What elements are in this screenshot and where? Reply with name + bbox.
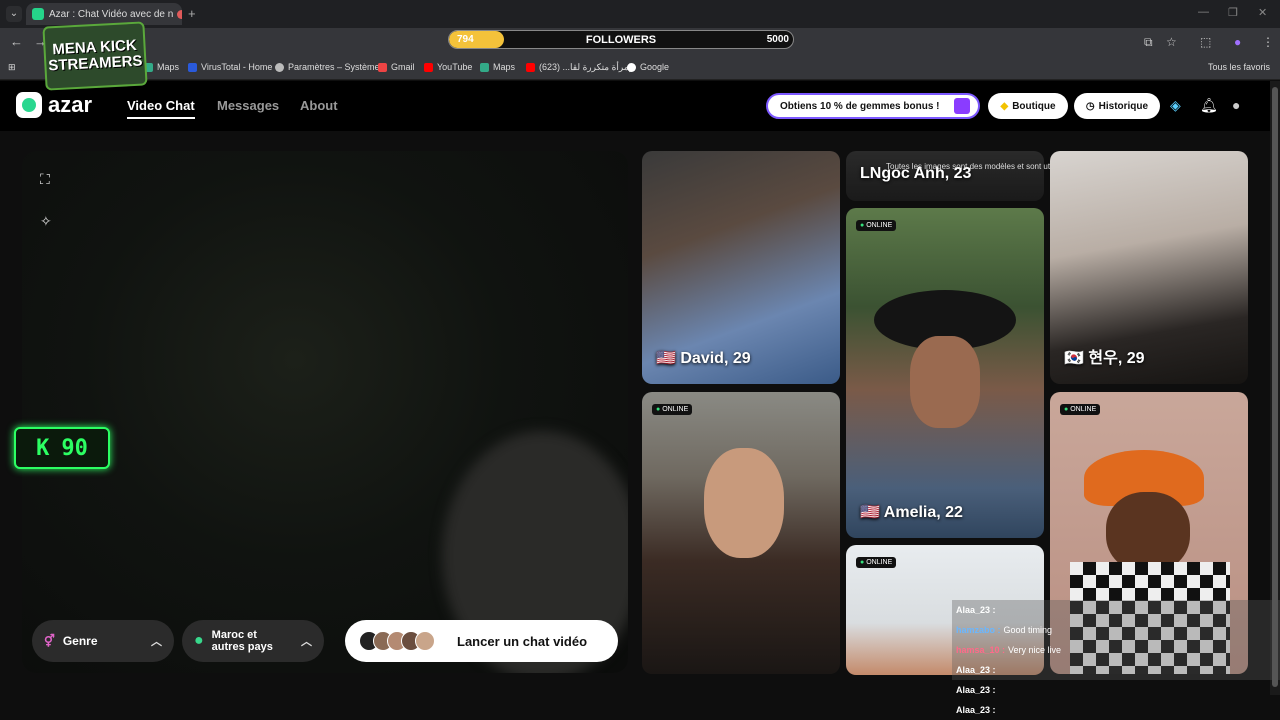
profile-card-ngoc[interactable]: LNgoc Anh, 23 <box>846 151 1044 201</box>
nav-messages[interactable]: Messages <box>217 98 279 113</box>
azar-favicon <box>32 8 44 20</box>
region-filter-button[interactable]: ● Maroc et autres pays ︿ <box>182 620 324 662</box>
start-video-chat-button[interactable]: Lancer un chat vidéo <box>345 620 618 662</box>
browser-tab-bar: ⌄ Azar : Chat Vidéo avec de n ✕ + — ❐ ✕ <box>0 0 1280 28</box>
online-badge: ONLINE <box>1060 404 1101 415</box>
apps-icon[interactable]: ⊞ <box>8 62 16 73</box>
avatar[interactable]: ● <box>1232 97 1240 113</box>
video-preview: ⛶ ✧ <box>22 151 628 673</box>
bookmark-maps-2[interactable]: Maps <box>480 62 515 72</box>
bookmark-maps[interactable]: Maps <box>144 62 179 72</box>
nav-about[interactable]: About <box>300 98 338 113</box>
globe-icon: ● <box>194 632 204 649</box>
profile-card-david[interactable]: 🇺🇸 David, 29 <box>642 151 840 384</box>
bookmark-google[interactable]: Google <box>627 62 669 72</box>
chevron-up-icon: ︿ <box>301 636 312 648</box>
clock-icon: ◷ <box>1085 100 1095 112</box>
bell-icon[interactable]: 🔔︎ <box>1200 97 1218 114</box>
bookmarks-bar: ⊞ Maps VirusTotal - Home Paramètres – Sy… <box>0 56 1280 80</box>
history-button[interactable]: ◷ Historique <box>1074 93 1160 119</box>
profile-name: 🇺🇸 Amelia, 22 <box>860 504 963 521</box>
followers-goal: 5000 <box>766 34 789 45</box>
recording-icon <box>177 9 182 19</box>
chat-message: Alaa_23 : <box>952 660 1280 680</box>
azar-header: azar Video Chat Messages About Obtiens 1… <box>0 81 1280 131</box>
minimize-icon[interactable]: — <box>1198 6 1209 18</box>
shop-button[interactable]: ◆ Boutique <box>988 93 1068 119</box>
bookmark-settings[interactable]: Paramètres – Système <box>275 62 380 72</box>
bookmark-youtube[interactable]: YouTube <box>424 62 472 72</box>
followers-label: FOLLOWERS <box>585 34 657 46</box>
gem-icon: ◆ <box>1000 100 1009 112</box>
tab-title: Azar : Chat Vidéo avec de n <box>49 8 174 20</box>
bookmark-star-icon[interactable]: ☆ <box>1166 35 1177 49</box>
chat-message: Alaa_23 : <box>952 600 1280 620</box>
avatar-stack <box>353 631 435 651</box>
chat-message: Alaa_23 : <box>956 685 996 695</box>
chat-message: hamzabo : Good timing <box>952 620 1280 640</box>
online-badge: ONLINE <box>856 220 897 231</box>
bookmark-youtube-video[interactable]: إمرأة متكررة لقا... (623) <box>526 62 631 73</box>
gem-balance-icon[interactable]: ◈ <box>1170 97 1181 114</box>
back-icon[interactable]: ← <box>10 34 23 49</box>
avatar <box>415 631 435 651</box>
online-badge: ONLINE <box>856 557 897 568</box>
restore-icon[interactable]: ❐ <box>1228 6 1238 19</box>
extensions-icon[interactable]: ⬚ <box>1200 35 1211 49</box>
nav-video-chat[interactable]: Video Chat <box>127 98 195 119</box>
browser-tab[interactable]: Azar : Chat Vidéo avec de n ✕ <box>26 3 182 25</box>
azar-logo-icon <box>16 92 42 118</box>
profile-card-hyunwoo[interactable]: 🇰🇷 현우, 29 <box>1050 151 1248 384</box>
magic-wand-icon[interactable]: ✧ <box>40 213 52 230</box>
chat-message: hamsa_10 : Very nice live <box>952 640 1280 660</box>
all-favorites[interactable]: Tous les favoris <box>1208 62 1270 72</box>
bookmark-gmail[interactable]: Gmail <box>378 62 415 72</box>
stream-chat-overlay: Alaa_23 : hamzabo : Good timing hamsa_10 … <box>952 600 1280 720</box>
gender-filter-button[interactable]: ⚥ Genre ︿ <box>32 620 174 662</box>
menu-icon[interactable]: ⋮ <box>1262 35 1274 49</box>
online-badge: ONLINE <box>652 404 693 415</box>
face-shape <box>910 336 980 428</box>
profile-name: 🇺🇸 David, 29 <box>656 350 751 367</box>
bookmark-virustotal[interactable]: VirusTotal - Home <box>188 62 272 72</box>
fullscreen-icon[interactable]: ⛶ <box>40 171 50 188</box>
new-tab-button[interactable]: + <box>188 6 196 21</box>
kick-viewer-counter: K 90 <box>14 427 110 469</box>
profile-card-woman[interactable]: ONLINE <box>642 392 840 674</box>
streamer-logo: MENA KICK STREAMERS <box>42 21 148 91</box>
kick-icon: K <box>36 435 50 461</box>
profile-icon[interactable]: ● <box>1234 35 1241 49</box>
followers-goal-bar: 794 FOLLOWERS 5000 <box>448 30 794 49</box>
profile-name: 🇰🇷 현우, 29 <box>1064 350 1145 367</box>
gems-promo-button[interactable]: Obtiens 10 % de gemmes bonus ! <box>766 93 980 119</box>
face-shape <box>1106 492 1190 572</box>
chevron-up-icon: ︿ <box>151 636 162 648</box>
tab-search-button[interactable]: ⌄ <box>6 6 22 22</box>
chat-message: Alaa_23 : <box>956 705 996 715</box>
profile-card-amelia[interactable]: ONLINE 🇺🇸 Amelia, 22 <box>846 208 1044 538</box>
gender-icon: ⚥ <box>44 634 55 648</box>
face-shape <box>704 448 784 558</box>
azar-logo[interactable]: azar <box>16 92 92 118</box>
close-window-icon[interactable]: ✕ <box>1258 6 1267 19</box>
gift-icon <box>954 98 970 114</box>
cast-icon[interactable]: ⧉ <box>1144 35 1153 50</box>
